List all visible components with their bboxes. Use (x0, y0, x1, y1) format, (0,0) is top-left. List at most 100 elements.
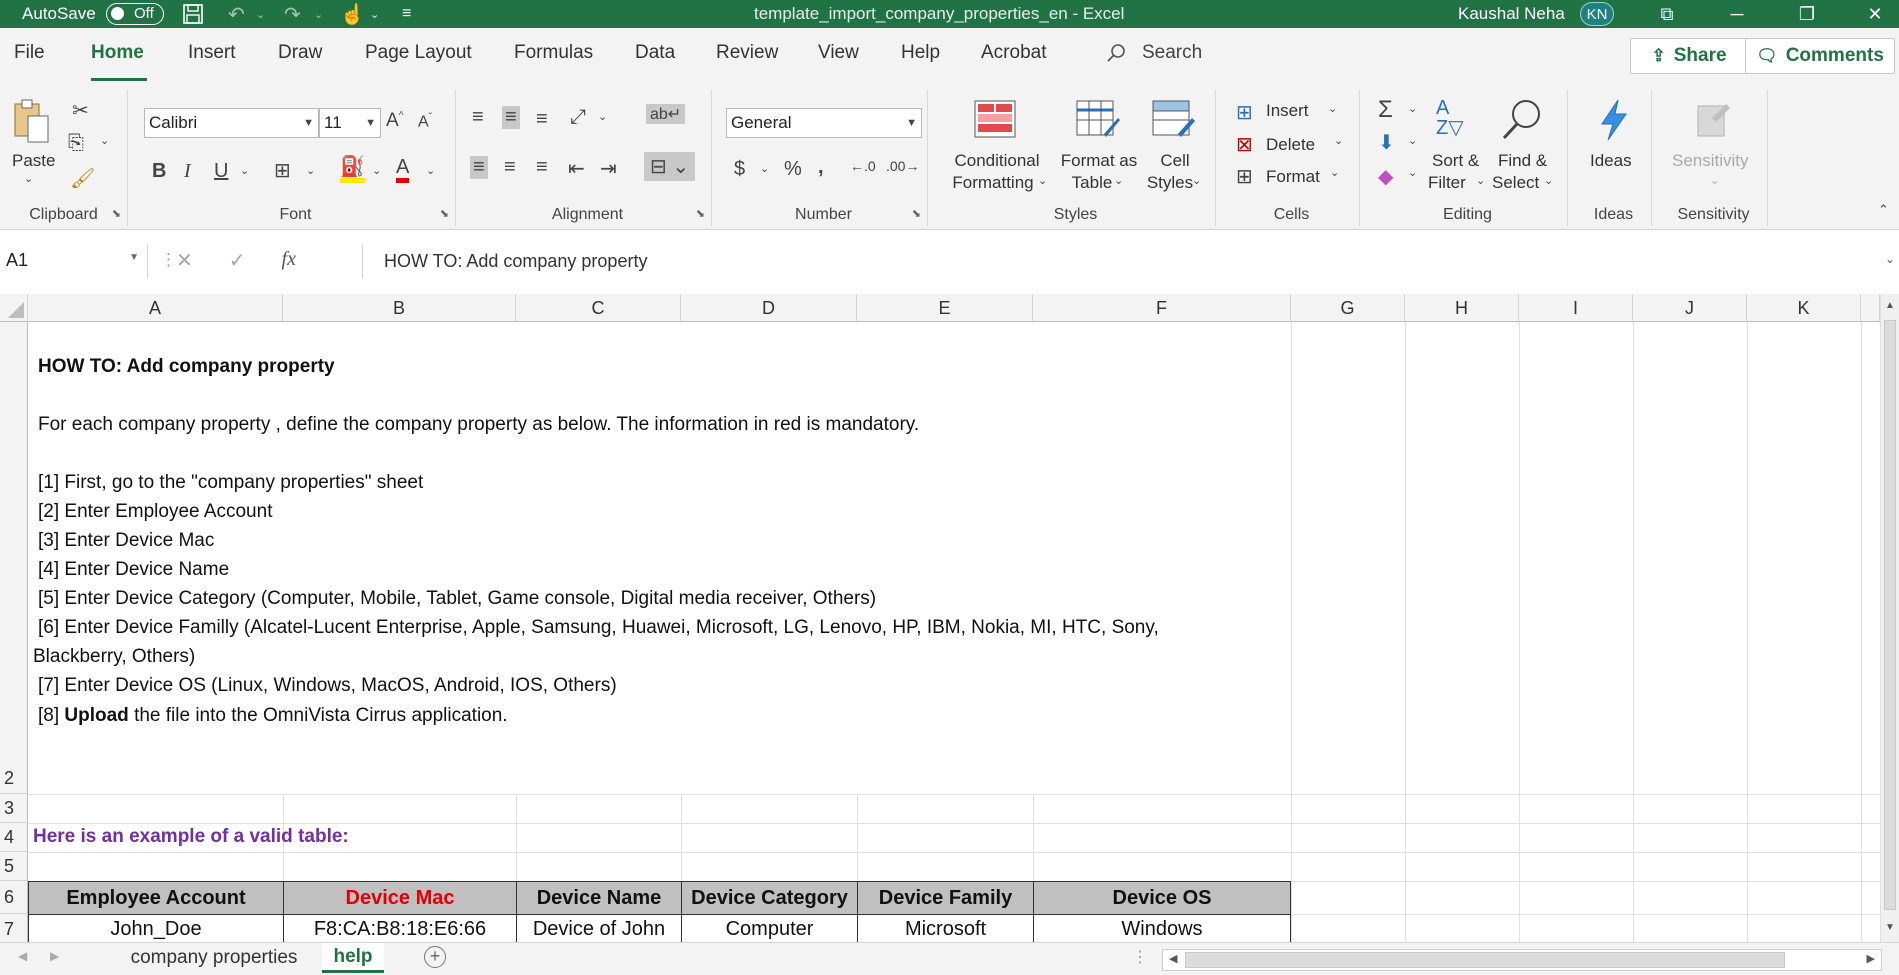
tab-draw[interactable]: Draw (278, 42, 322, 64)
cut-icon[interactable]: ✂ (72, 98, 89, 123)
number-launcher-icon[interactable]: ⬊ (912, 207, 921, 220)
underline-icon[interactable]: U (214, 160, 228, 183)
vertical-scrollbar[interactable]: ▲ ▼ (1880, 294, 1899, 942)
column-header-i[interactable]: I (1519, 294, 1633, 322)
underline-dropdown-icon[interactable]: ⌄ (240, 164, 249, 177)
align-right-icon[interactable]: ≡ (536, 156, 548, 179)
middle-align-icon[interactable]: ≡ (502, 106, 520, 129)
column-header-b[interactable]: B (283, 294, 516, 322)
tab-page-layout[interactable]: Page Layout (365, 42, 472, 64)
fill-icon[interactable]: ⬇ (1378, 130, 1395, 155)
select-all-corner[interactable] (0, 294, 28, 322)
scroll-down-icon[interactable]: ▼ (1885, 922, 1895, 933)
sheet-tab-help[interactable]: help (322, 943, 384, 973)
font-color-icon[interactable]: A (396, 156, 410, 183)
copy-dropdown-icon[interactable]: ⌄ (100, 134, 109, 147)
vertical-scroll-thumb[interactable] (1884, 320, 1896, 910)
column-header-e[interactable]: E (857, 294, 1033, 322)
tab-acrobat[interactable]: Acrobat (981, 42, 1046, 64)
comments-button[interactable]: 🗨 Comments (1745, 38, 1895, 74)
merge-center-icon[interactable]: ⊟ ⌄ (644, 152, 696, 181)
cell-device-os[interactable]: Windows (1033, 914, 1291, 942)
orientation-dropdown-icon[interactable]: ⌄ (598, 110, 607, 123)
borders-icon[interactable]: ⊞ (274, 158, 291, 183)
font-color-dropdown-icon[interactable]: ⌄ (426, 164, 435, 177)
header-device-mac[interactable]: Device Mac (283, 881, 517, 915)
enter-icon[interactable]: ✓ (229, 248, 246, 273)
column-header-c[interactable]: C (516, 294, 681, 322)
autosave-toggle[interactable]: Off (106, 3, 164, 25)
paste-icon[interactable] (12, 98, 52, 150)
save-icon[interactable] (182, 0, 204, 28)
scroll-up-icon[interactable]: ▲ (1885, 300, 1895, 311)
scroll-right-icon[interactable]: ▶ (1867, 952, 1875, 965)
search-box[interactable]: Search (1106, 42, 1202, 64)
autosum-icon[interactable]: Σ (1378, 96, 1393, 124)
column-header-j[interactable]: J (1633, 294, 1747, 322)
row-header-7[interactable]: 7 (0, 914, 28, 942)
touch-mode-icon[interactable]: ☝ (340, 0, 365, 28)
formula-input[interactable]: HOW TO: Add company property (384, 251, 647, 272)
italic-icon[interactable]: I (184, 160, 191, 183)
restore-icon[interactable]: ❐ (1792, 0, 1822, 28)
worksheet-grid[interactable]: A B C D E F G H I J K 2 3 4 5 6 7 HOW TO… (0, 294, 1880, 942)
cell-device-name[interactable]: Device of John (516, 914, 682, 942)
cancel-icon[interactable]: ✕ (176, 248, 193, 273)
row-header-2[interactable]: 2 (0, 322, 28, 794)
header-employee-account[interactable]: Employee Account (28, 881, 284, 915)
undo-dropdown-icon[interactable]: ⌄ (256, 0, 265, 28)
next-sheet-icon[interactable]: ▶ (50, 949, 59, 963)
ribbon-display-icon[interactable]: ⧉ (1652, 0, 1682, 28)
close-icon[interactable]: ✕ (1860, 0, 1890, 28)
header-device-category[interactable]: Device Category (681, 881, 858, 915)
bold-icon[interactable]: B (152, 160, 166, 183)
tab-view[interactable]: View (818, 42, 859, 64)
header-device-family[interactable]: Device Family (857, 881, 1034, 915)
column-header-h[interactable]: H (1405, 294, 1519, 322)
percent-style-icon[interactable]: % (784, 158, 802, 181)
font-size-select[interactable]: 11 ▼ (319, 108, 381, 138)
increase-indent-icon[interactable]: ⇥ (600, 156, 617, 181)
bottom-align-icon[interactable]: ≡ (536, 108, 548, 131)
insert-function-icon[interactable]: fx (282, 248, 296, 273)
header-device-name[interactable]: Device Name (516, 881, 682, 915)
decrease-font-size-icon[interactable]: Aˇ (418, 112, 432, 131)
avatar[interactable]: KN (1580, 2, 1614, 26)
add-sheet-icon[interactable]: + (424, 946, 446, 968)
share-button[interactable]: ⇪ Share (1630, 38, 1748, 74)
tab-insert[interactable]: Insert (188, 42, 236, 64)
orientation-icon[interactable]: ⤢ (570, 106, 586, 129)
tab-splitter-icon[interactable]: ⋮ (1132, 947, 1148, 967)
paste-dropdown-icon[interactable]: ⌄ (24, 172, 33, 185)
user-name[interactable]: Kaushal Neha (1458, 0, 1565, 28)
cell-device-category[interactable]: Computer (681, 914, 858, 942)
sheet-tab-company-properties[interactable]: company properties (110, 943, 318, 973)
cell-device-family[interactable]: Microsoft (857, 914, 1034, 942)
tab-review[interactable]: Review (716, 42, 778, 64)
fill-dropdown-icon[interactable]: ⌄ (1408, 134, 1417, 147)
font-family-select[interactable]: Calibri ▼ (144, 108, 319, 138)
wrap-text-icon[interactable]: ab↵ (646, 104, 686, 124)
increase-decimal-icon[interactable]: ←.0 (850, 158, 876, 174)
clear-icon[interactable]: ◆ (1378, 164, 1393, 189)
number-format-select[interactable]: General ▼ (726, 108, 922, 138)
accounting-format-icon[interactable]: $ (734, 158, 745, 181)
undo-icon[interactable]: ↶ (228, 0, 245, 28)
tab-data[interactable]: Data (635, 42, 675, 64)
tab-home[interactable]: Home (91, 42, 144, 64)
cell-device-mac[interactable]: F8:CA:B8:18:E6:66 (283, 914, 517, 942)
column-header-a[interactable]: A (28, 294, 283, 322)
tab-help[interactable]: Help (901, 42, 940, 64)
decrease-indent-icon[interactable]: ⇤ (568, 156, 585, 181)
alignment-launcher-icon[interactable]: ⬊ (696, 207, 705, 220)
redo-dropdown-icon[interactable]: ⌄ (314, 0, 323, 28)
expand-formula-icon[interactable]: ⌄ (1885, 252, 1895, 266)
decrease-decimal-icon[interactable]: .00→ (886, 158, 919, 174)
customize-toolbar-icon[interactable]: ≡ (402, 0, 411, 28)
column-header-d[interactable]: D (681, 294, 857, 322)
clear-dropdown-icon[interactable]: ⌄ (1408, 166, 1417, 179)
header-device-os[interactable]: Device OS (1033, 881, 1291, 915)
cell-employee-account[interactable]: John_Doe (28, 914, 284, 942)
format-painter-icon[interactable]: 🖌 (70, 166, 95, 191)
name-box[interactable]: A1 ▼ (0, 244, 148, 278)
